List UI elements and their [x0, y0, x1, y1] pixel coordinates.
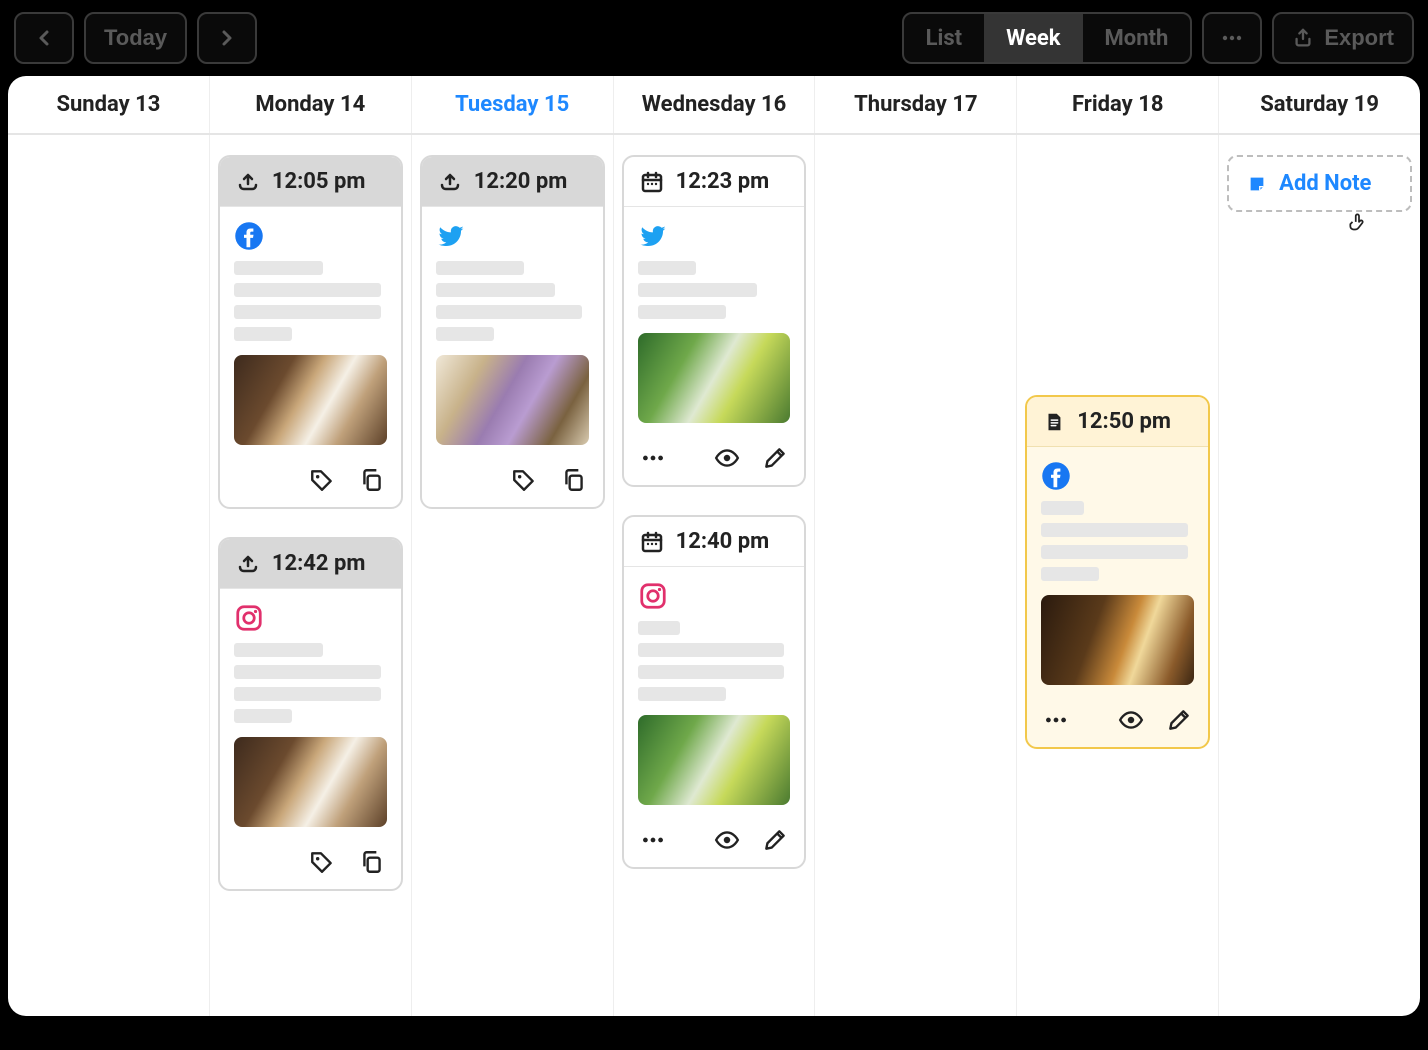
- toolbar: Today List Week Month Export: [8, 8, 1420, 76]
- export-label: Export: [1324, 25, 1394, 51]
- twitter-icon: [638, 221, 668, 251]
- card-header: 12:50 pm: [1027, 397, 1208, 447]
- tag-icon[interactable]: [309, 467, 335, 493]
- edit-icon[interactable]: [762, 827, 788, 853]
- text-placeholder: [234, 643, 387, 723]
- view-week[interactable]: Week: [984, 14, 1082, 62]
- today-button[interactable]: Today: [84, 12, 187, 64]
- preview-icon[interactable]: [714, 827, 740, 853]
- post-thumbnail: [638, 333, 791, 423]
- day-column-tuesday[interactable]: 12:20 pm: [412, 135, 614, 1016]
- sticky-note-icon: [1247, 174, 1267, 194]
- post-thumbnail: [1041, 595, 1194, 685]
- copy-icon[interactable]: [359, 467, 385, 493]
- view-list[interactable]: List: [904, 14, 984, 62]
- cursor-hand-icon: [1346, 210, 1372, 236]
- twitter-icon: [436, 221, 466, 251]
- text-placeholder: [638, 261, 791, 319]
- card-header: 12:42 pm: [220, 539, 401, 589]
- arrow-right-icon: [215, 26, 239, 50]
- day-column-saturday[interactable]: Add Note: [1219, 135, 1420, 1016]
- next-button[interactable]: [197, 12, 257, 64]
- copy-icon[interactable]: [359, 849, 385, 875]
- more-icon[interactable]: [640, 827, 666, 853]
- post-thumbnail: [638, 715, 791, 805]
- more-icon[interactable]: [640, 445, 666, 471]
- day-header[interactable]: Thursday 17: [815, 76, 1017, 133]
- day-column-sunday[interactable]: [8, 135, 210, 1016]
- day-header[interactable]: Saturday 19: [1219, 76, 1420, 133]
- card-time: 12:50 pm: [1077, 409, 1171, 434]
- day-column-wednesday[interactable]: 12:23 pm 12:40 pm: [614, 135, 816, 1016]
- preview-icon[interactable]: [1118, 707, 1144, 733]
- note-icon: [1043, 411, 1065, 433]
- post-card[interactable]: 12:40 pm: [622, 515, 807, 869]
- post-thumbnail: [436, 355, 589, 445]
- add-note-button[interactable]: Add Note: [1227, 155, 1412, 212]
- upload-icon: [438, 170, 462, 194]
- upload-icon: [236, 552, 260, 576]
- more-menu-button[interactable]: [1202, 12, 1262, 64]
- view-switcher: List Week Month: [902, 12, 1193, 64]
- text-placeholder: [436, 261, 589, 341]
- export-icon: [1292, 27, 1314, 49]
- facebook-icon: [1041, 461, 1071, 491]
- day-header[interactable]: Friday 18: [1017, 76, 1219, 133]
- card-time: 12:20 pm: [474, 169, 568, 194]
- day-header[interactable]: Sunday 13: [8, 76, 210, 133]
- day-header[interactable]: Tuesday 15: [412, 76, 614, 133]
- post-thumbnail: [234, 737, 387, 827]
- calendar-body: 12:05 pm 12:42 pm: [8, 135, 1420, 1016]
- card-time: 12:23 pm: [676, 169, 770, 194]
- day-column-thursday[interactable]: [815, 135, 1017, 1016]
- day-column-monday[interactable]: 12:05 pm 12:42 pm: [210, 135, 412, 1016]
- calendar-header: Sunday 13 Monday 14 Tuesday 15 Wednesday…: [8, 76, 1420, 135]
- upload-icon: [236, 170, 260, 194]
- card-header: 12:05 pm: [220, 157, 401, 207]
- tag-icon[interactable]: [309, 849, 335, 875]
- post-card-note[interactable]: 12:50 pm: [1025, 395, 1210, 749]
- day-header[interactable]: Monday 14: [210, 76, 412, 133]
- edit-icon[interactable]: [1166, 707, 1192, 733]
- day-header[interactable]: Wednesday 16: [614, 76, 816, 133]
- card-time: 12:40 pm: [676, 529, 770, 554]
- view-month[interactable]: Month: [1083, 14, 1191, 62]
- card-header: 12:20 pm: [422, 157, 603, 207]
- text-placeholder: [638, 621, 791, 701]
- card-time: 12:42 pm: [272, 551, 366, 576]
- preview-icon[interactable]: [714, 445, 740, 471]
- post-card[interactable]: 12:05 pm: [218, 155, 403, 509]
- more-icon: [1220, 26, 1244, 50]
- card-time: 12:05 pm: [272, 169, 366, 194]
- post-card[interactable]: 12:42 pm: [218, 537, 403, 891]
- post-card[interactable]: 12:20 pm: [420, 155, 605, 509]
- calendar: Sunday 13 Monday 14 Tuesday 15 Wednesday…: [8, 76, 1420, 1016]
- post-thumbnail: [234, 355, 387, 445]
- card-header: 12:40 pm: [624, 517, 805, 567]
- more-icon[interactable]: [1043, 707, 1069, 733]
- add-note-label: Add Note: [1279, 171, 1371, 196]
- copy-icon[interactable]: [561, 467, 587, 493]
- instagram-icon: [234, 603, 264, 633]
- arrow-left-icon: [32, 26, 56, 50]
- edit-icon[interactable]: [762, 445, 788, 471]
- export-button[interactable]: Export: [1272, 12, 1414, 64]
- facebook-icon: [234, 221, 264, 251]
- calendar-icon: [640, 530, 664, 554]
- tag-icon[interactable]: [511, 467, 537, 493]
- calendar-icon: [640, 170, 664, 194]
- card-header: 12:23 pm: [624, 157, 805, 207]
- instagram-icon: [638, 581, 668, 611]
- post-card[interactable]: 12:23 pm: [622, 155, 807, 487]
- text-placeholder: [1041, 501, 1194, 581]
- text-placeholder: [234, 261, 387, 341]
- day-column-friday[interactable]: 12:50 pm: [1017, 135, 1219, 1016]
- prev-button[interactable]: [14, 12, 74, 64]
